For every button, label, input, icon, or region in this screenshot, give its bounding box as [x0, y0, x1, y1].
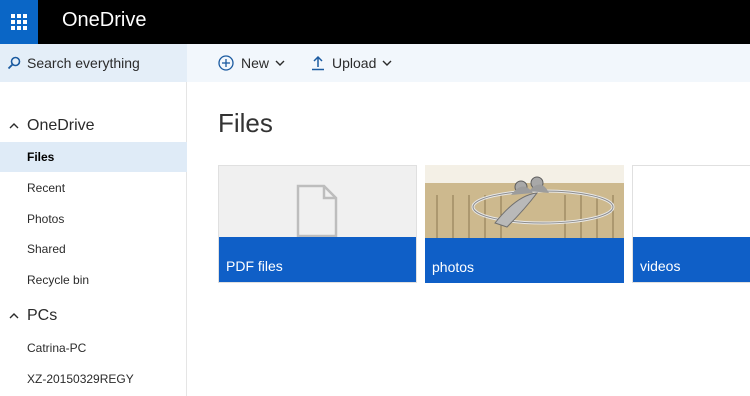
top-bar: OneDrive [0, 0, 750, 44]
photo-thumbnail [425, 165, 624, 238]
sidebar-item-pc[interactable]: XZ-20150329REGY [0, 364, 187, 394]
upload-button[interactable]: Upload [311, 44, 392, 82]
upload-button-label: Upload [332, 55, 377, 71]
search-box[interactable]: Search everything [0, 44, 187, 82]
waffle-icon [11, 14, 27, 30]
sidebar-item-files[interactable]: Files [0, 142, 187, 172]
sidebar-item-recycle-bin[interactable]: Recycle bin [0, 265, 187, 295]
folder-tile[interactable]: 4 photos [425, 165, 624, 283]
app-title[interactable]: OneDrive [62, 9, 146, 32]
folder-name: videos [640, 258, 681, 274]
plus-circle-icon [218, 55, 234, 71]
sidebar-nav: OneDrive Files Recent Photos Shared Recy… [0, 82, 187, 396]
sidebar-group-pcs[interactable]: PCs [0, 301, 187, 331]
upload-arrow-icon [312, 55, 324, 71]
sidebar-item-shared[interactable]: Shared [0, 234, 187, 264]
sidebar-group-label: OneDrive [27, 117, 95, 134]
sidebar-item-recent[interactable]: Recent [0, 173, 187, 203]
search-icon [7, 56, 21, 70]
folder-tile[interactable]: 1 PDF files [218, 165, 417, 283]
sidebar-item-photos[interactable]: Photos [0, 204, 187, 234]
folder-name: photos [432, 259, 475, 275]
sidebar-group-onedrive[interactable]: OneDrive [0, 111, 187, 141]
folder-name: PDF files [226, 258, 283, 274]
chevron-down-icon [382, 60, 392, 66]
chevron-up-icon [9, 123, 19, 129]
command-bar: New Upload [187, 44, 750, 82]
sidebar-item-pc[interactable]: Catrina-PC [0, 333, 187, 363]
chevron-up-icon [9, 313, 19, 319]
document-icon [296, 184, 338, 238]
new-button-label: New [241, 55, 270, 71]
sidebar-group-label: PCs [27, 307, 58, 324]
folder-tile[interactable]: videos [632, 165, 750, 283]
app-launcher-button[interactable] [0, 0, 38, 44]
chevron-down-icon [275, 60, 285, 66]
search-placeholder: Search everything [27, 55, 140, 71]
new-button[interactable]: New [218, 44, 285, 82]
page-title: Files [218, 108, 273, 138]
